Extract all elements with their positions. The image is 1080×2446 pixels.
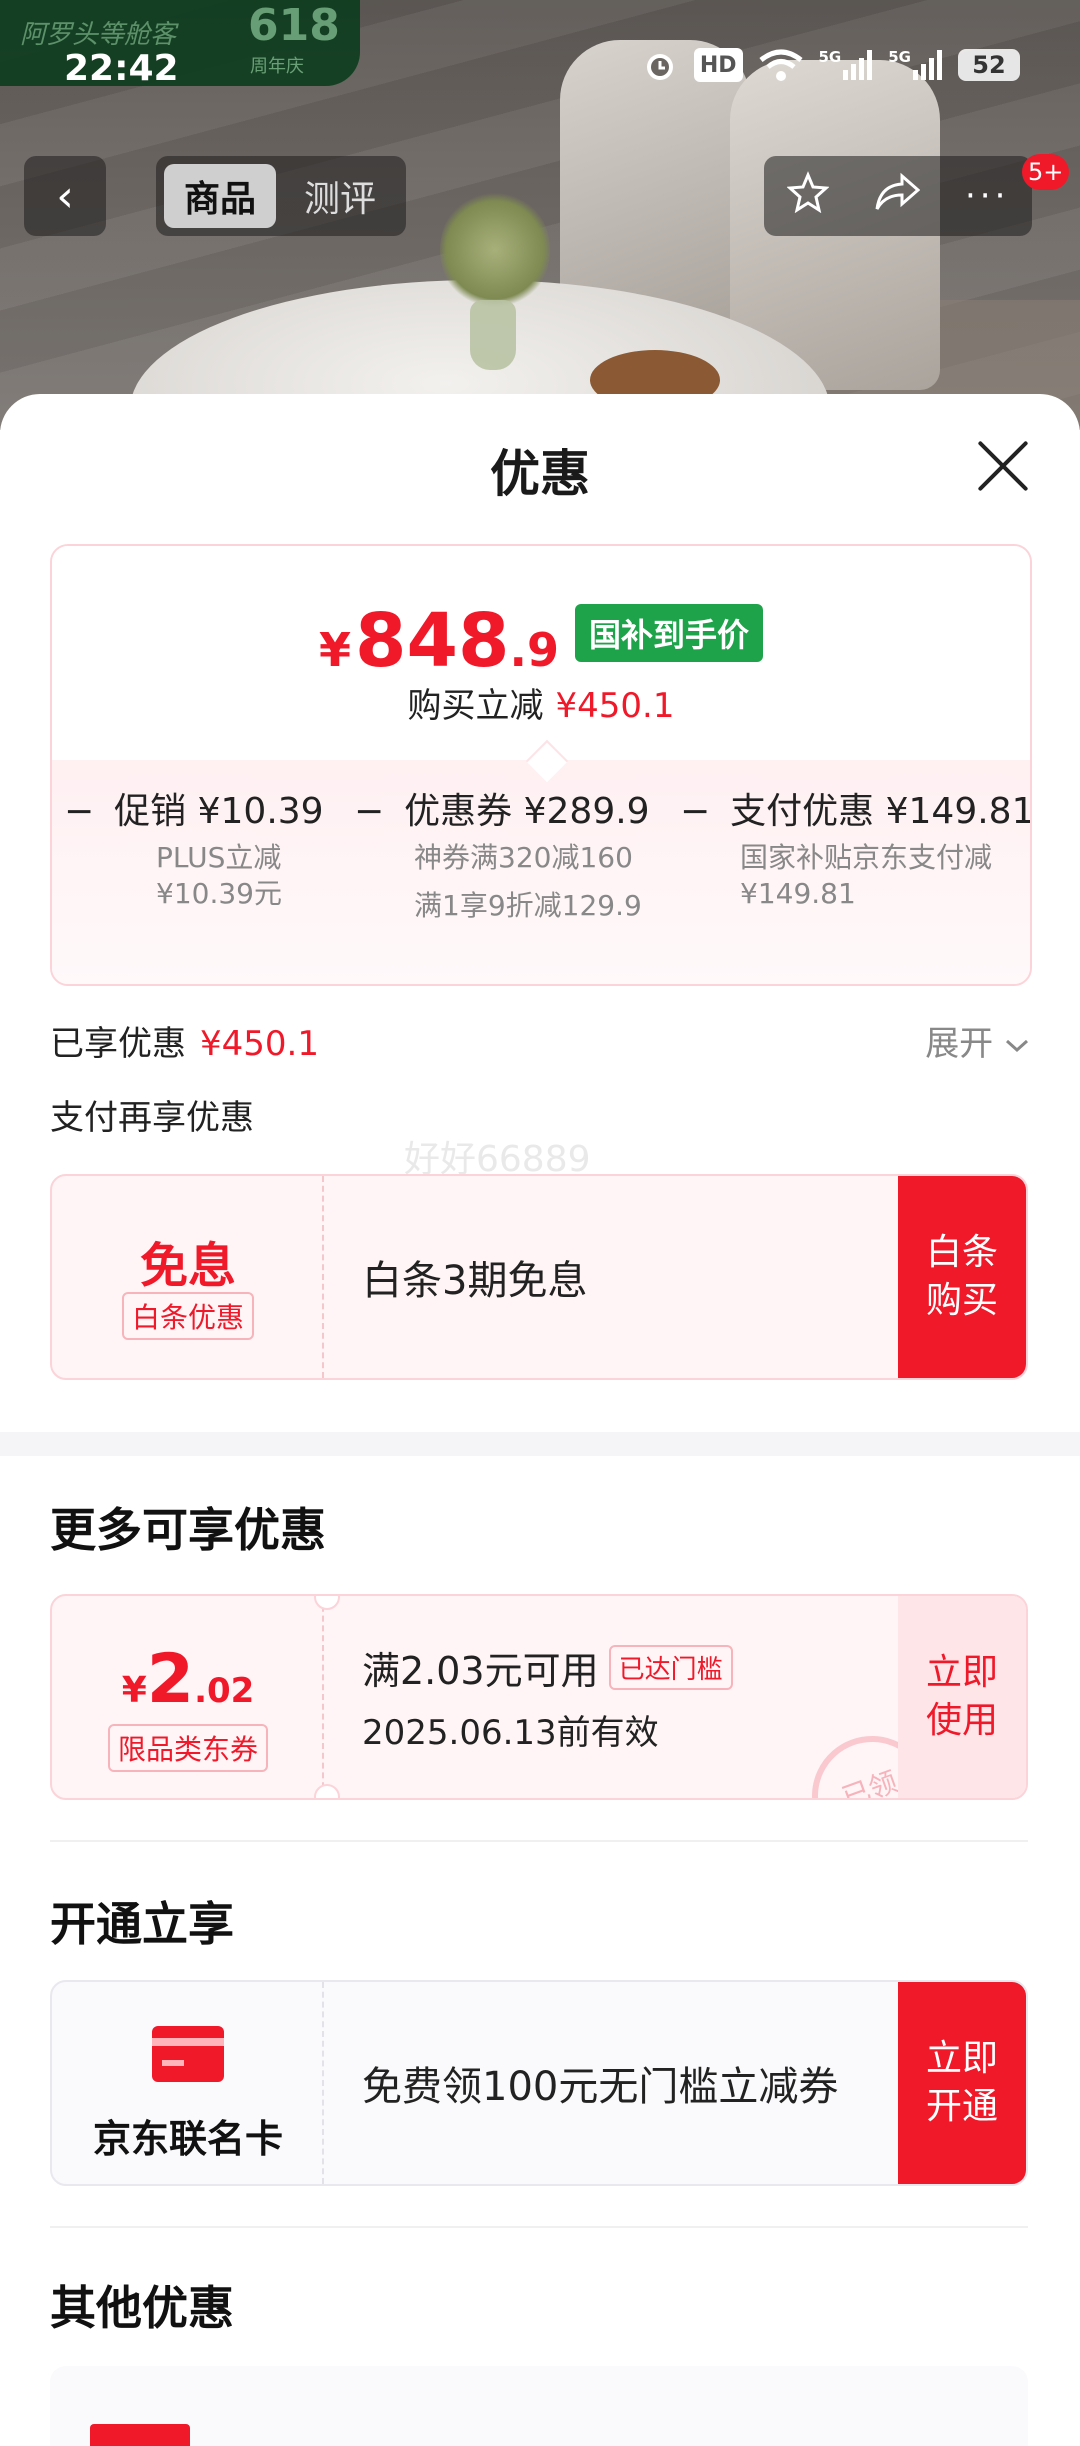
open-offers-title: 开通立享 xyxy=(50,1897,234,1951)
nav-actions: ··· xyxy=(764,156,1032,236)
discount-payment: − 支付优惠 ¥149.81 国家补贴京东支付减 ¥149.81 xyxy=(680,791,1032,910)
discount-promo: − 促销 ¥10.39 PLUS立减 ¥10.39元 xyxy=(64,791,324,910)
coupon-expiry: 2025.06.13前有效 xyxy=(362,1713,659,1753)
baitiao-text: 白条3期免息 xyxy=(362,1258,588,1304)
pay-more-label: 支付再享优惠 xyxy=(50,1098,254,1138)
other-offer-card[interactable] xyxy=(50,2366,1028,2446)
expand-button[interactable]: 展开 xyxy=(925,1016,1030,1065)
alarm-icon xyxy=(642,48,678,82)
baitiao-tag: 白条优惠 xyxy=(121,1292,254,1340)
coupon-offer[interactable]: ¥2.02 限品类东券 满2.03元可用 已达门槛 2025.06.13前有效 已… xyxy=(50,1594,1028,1800)
tab-reviews[interactable]: 测评 xyxy=(284,164,396,228)
status-icons: HD 5G 5G 52 xyxy=(642,48,1020,82)
divider xyxy=(50,2226,1028,2228)
subsidy-badge: 国补到手价 xyxy=(574,604,763,662)
save-line: 购买立减 ¥450.1 xyxy=(407,686,675,726)
final-price: ¥ 848 .9 国补到手价 xyxy=(52,598,1030,684)
nav-tabs: 商品 测评 xyxy=(156,156,406,236)
share-icon[interactable] xyxy=(874,172,921,221)
signal-icon-2: 5G xyxy=(888,48,942,82)
sheet-title: 优惠 xyxy=(490,445,590,503)
chevron-down-icon xyxy=(1004,1024,1030,1064)
back-icon: ‹ xyxy=(56,170,74,222)
enjoyed-discount: 已享优惠 ¥450.1 xyxy=(50,1024,319,1064)
hd-icon: HD xyxy=(693,48,743,82)
cobrand-card-offer[interactable]: 京东联名卡 免费领100元无门槛立减券 立即 开通 xyxy=(50,1980,1028,2186)
close-icon[interactable] xyxy=(975,438,1031,494)
back-button[interactable]: ‹ xyxy=(24,156,106,236)
divider xyxy=(50,1840,1028,1842)
tab-product[interactable]: 商品 xyxy=(164,164,276,228)
coupon-type-tag: 限品类东券 xyxy=(107,1724,268,1772)
interest-free-label: 免息 xyxy=(139,1238,236,1294)
threshold-tag: 已达门槛 xyxy=(608,1645,733,1690)
baitiao-buy-button[interactable]: 白条 购买 xyxy=(898,1176,1026,1378)
brand-tag: 阿罗头等舱客 618 周年庆 xyxy=(0,0,360,86)
more-icon[interactable]: ··· xyxy=(965,176,1009,216)
discount-coupon: − 优惠券 ¥289.9 神券满320减160 满1享9折减129.9 xyxy=(354,791,650,922)
baitiao-offer[interactable]: 免息 白条优惠 白条3期免息 白条 购买 xyxy=(50,1174,1028,1380)
message-badge: 5+ xyxy=(1022,154,1070,190)
status-time: 22:42 xyxy=(64,48,179,89)
coupon-amount: ¥2.02 xyxy=(121,1640,255,1719)
other-offers-title: 其他优惠 xyxy=(50,2281,234,2335)
battery-indicator: 52 xyxy=(958,49,1020,81)
star-icon[interactable] xyxy=(785,170,830,222)
price-card: ¥ 848 .9 国补到手价 购买立减 ¥450.1 − 促销 ¥10.39 PLU… xyxy=(50,544,1032,986)
more-offers-title: 更多可享优惠 xyxy=(50,1503,326,1557)
wifi-icon xyxy=(758,48,803,82)
open-card-button[interactable]: 立即 开通 xyxy=(898,1982,1026,2184)
card-name: 京东联名卡 xyxy=(92,2117,283,2161)
use-coupon-button[interactable]: 立即 使用 xyxy=(898,1596,1026,1798)
discount-sheet: 优惠 ¥ 848 .9 国补到手价 购买立减 ¥450.1 − 促销 ¥10.39 … xyxy=(0,394,1080,2446)
coupon-condition: 满2.03元可用 xyxy=(362,1649,599,1693)
section-divider xyxy=(0,1432,1080,1456)
card-icon xyxy=(152,2026,224,2082)
card-text: 免费领100元无门槛立减券 xyxy=(362,2064,839,2110)
signal-icon-1: 5G xyxy=(819,48,873,82)
